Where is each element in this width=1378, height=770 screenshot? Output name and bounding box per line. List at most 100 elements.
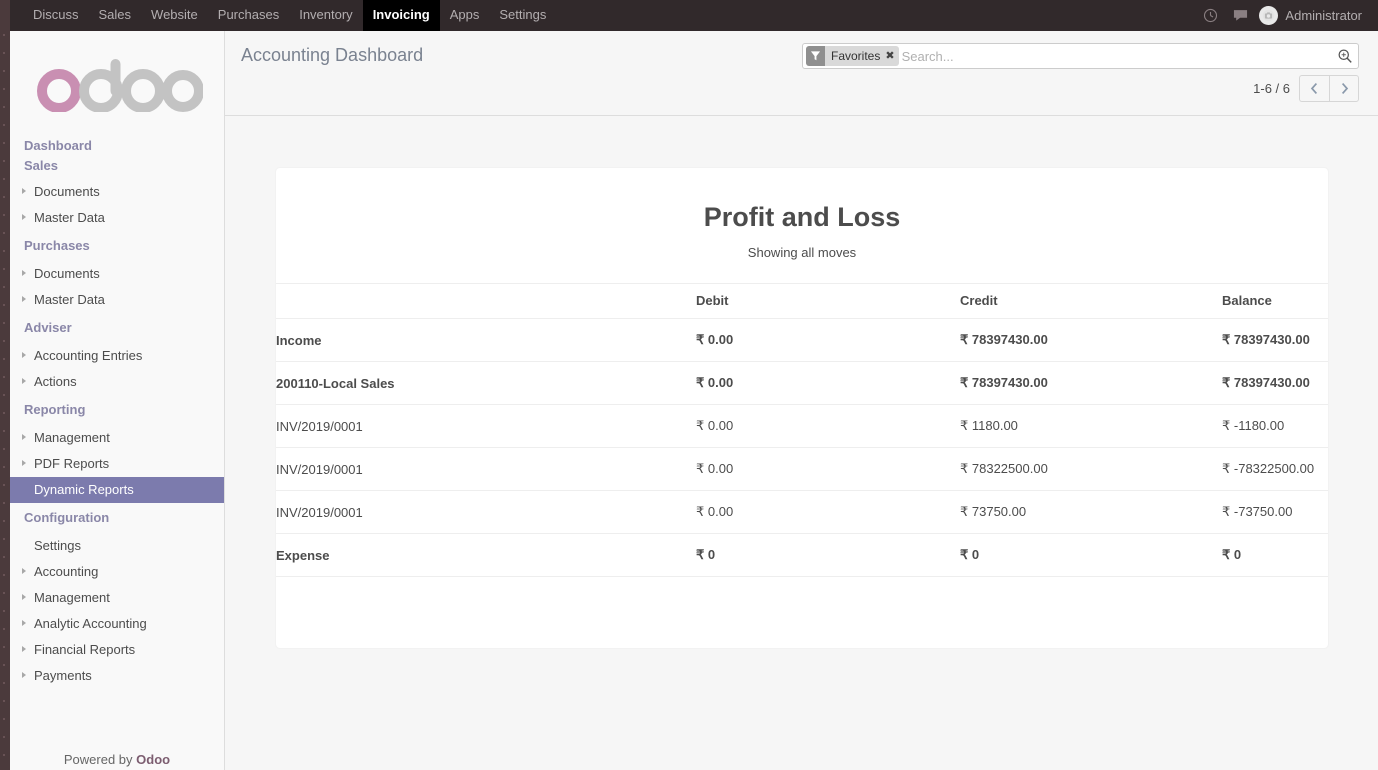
caret-right-icon: [22, 214, 26, 220]
caret-right-icon: [22, 672, 26, 678]
table-row[interactable]: 200110-Local Sales ₹ 0.00 ₹ 78397430.00 ₹ 7…: [276, 361, 1328, 405]
search-view[interactable]: Favorites ✖: [802, 43, 1359, 69]
column-header-name: [276, 283, 696, 319]
chevron-left-icon[interactable]: [1299, 75, 1329, 102]
sidebar-item-label: Accounting Entries: [34, 348, 143, 363]
clock-icon[interactable]: [1195, 0, 1225, 31]
row-credit: ₹ 78397430.00: [960, 318, 1222, 362]
sidebar-item-financial-reports[interactable]: Financial Reports: [10, 637, 224, 663]
search-facet-favorites[interactable]: Favorites ✖: [806, 46, 899, 66]
sidebar-item-label: Settings: [34, 538, 81, 553]
table-row[interactable]: INV/2019/0001 ₹ 0.00 ₹ 73750.00 ₹ -73750.00: [276, 490, 1328, 534]
sidebar-item-payments[interactable]: Payments: [10, 663, 224, 689]
caret-right-icon: [22, 378, 26, 384]
sidebar-section-reporting: Reporting: [24, 402, 86, 417]
row-label: INV/2019/0001: [276, 490, 696, 534]
table-header: Debit Credit Balance: [276, 283, 1328, 319]
table-row[interactable]: INV/2019/0001 ₹ 0.00 ₹ 1180.00 ₹ -1180.00: [276, 404, 1328, 448]
caret-right-icon: [22, 188, 26, 194]
main-content: Profit and Loss Showing all moves Debit C…: [225, 116, 1378, 770]
menu-item-invoicing[interactable]: Invoicing: [362, 0, 440, 31]
row-balance: ₹ -73750.00: [1222, 490, 1328, 534]
row-credit: ₹ 78322500.00: [960, 447, 1222, 491]
menu-item-sales[interactable]: Sales: [89, 0, 142, 31]
caret-right-icon: [22, 460, 26, 466]
caret-right-icon: [22, 434, 26, 440]
menu-item-settings[interactable]: Settings: [489, 0, 556, 31]
sidebar-section-configuration: Configuration: [24, 510, 110, 525]
row-balance: ₹ -78322500.00: [1222, 447, 1328, 491]
report-card-footer: [276, 577, 1328, 634]
navbar-left-strip: [0, 0, 10, 31]
sidebar-item-label: Accounting: [34, 564, 99, 579]
sidebar-item-label: Financial Reports: [34, 642, 136, 657]
row-label: INV/2019/0001: [276, 404, 696, 448]
table-row[interactable]: Income ₹ 0.00 ₹ 78397430.00 ₹ 78397430.00: [276, 318, 1328, 362]
chevron-right-icon[interactable]: [1329, 75, 1359, 102]
control-panel: Accounting Dashboard Favorites ✖ 1-6: [225, 31, 1378, 116]
top-navbar: Discuss Sales Website Purchases Inventory Inv…: [0, 0, 1378, 31]
row-label: 200110-Local Sales: [276, 361, 696, 405]
menu-item-discuss[interactable]: Discuss: [23, 0, 89, 31]
sidebar-item-pdf-reports[interactable]: PDF Reports: [10, 451, 224, 477]
row-label: Income: [276, 318, 696, 362]
sidebar-item-master-data[interactable]: Master Data: [10, 205, 224, 231]
sidebar-item-documents[interactable]: Documents: [10, 179, 224, 205]
chat-bubble-icon[interactable]: [1225, 0, 1255, 31]
magnifier-icon[interactable]: [1332, 44, 1358, 68]
sidebar-item-label: Master Data: [34, 292, 105, 307]
menu-item-purchases[interactable]: Purchases: [208, 0, 289, 31]
caret-right-icon: [22, 620, 26, 626]
column-header-credit: Credit: [960, 283, 1222, 319]
pager: 1-6 / 6: [1253, 75, 1359, 102]
row-balance: ₹ 78397430.00: [1222, 361, 1328, 405]
row-balance: ₹ -1180.00: [1222, 404, 1328, 448]
sidebar-item-label: Documents: [34, 184, 100, 199]
table-row[interactable]: INV/2019/0001 ₹ 0.00 ₹ 78322500.00 ₹ -78322…: [276, 447, 1328, 491]
sidebar-item-label: Management: [34, 430, 110, 445]
powered-by-text: Powered by: [63, 752, 137, 767]
row-debit: ₹ 0.00: [696, 490, 960, 534]
sidebar-item-label: Payments: [34, 668, 92, 683]
table-header-row: Debit Credit Balance: [276, 283, 1328, 319]
menu-item-website[interactable]: Website: [141, 0, 208, 31]
sidebar-item-analytic-accounting[interactable]: Analytic Accounting: [10, 611, 224, 637]
sidebar-item-label: Analytic Accounting: [34, 616, 147, 631]
sidebar-item-accounting[interactable]: Accounting: [10, 559, 224, 585]
row-balance: ₹ 0: [1222, 533, 1328, 577]
report-card: Profit and Loss Showing all moves Debit C…: [276, 168, 1328, 648]
row-debit: ₹ 0: [696, 533, 960, 577]
caret-right-icon: [22, 352, 26, 358]
sidebar-item-management[interactable]: Management: [10, 425, 224, 451]
main-menu: Discuss Sales Website Purchases Inventory Inv…: [23, 0, 556, 31]
row-balance: ₹ 78397430.00: [1222, 318, 1328, 362]
sidebar-left-strip: [0, 31, 10, 770]
sidebar-item-actions[interactable]: Actions: [10, 369, 224, 395]
search-input[interactable]: [898, 45, 1332, 67]
sidebar-item-label: Master Data: [34, 210, 105, 225]
user-menu[interactable]: Administrator: [1255, 6, 1370, 25]
sidebar-section-purchases: Purchases: [24, 238, 90, 253]
table-row[interactable]: Expense ₹ 0 ₹ 0 ₹ 0: [276, 533, 1328, 577]
menu-item-inventory[interactable]: Inventory: [289, 0, 362, 31]
sidebar-item-settings[interactable]: Settings: [10, 533, 224, 559]
sidebar-item-dynamic-reports[interactable]: Dynamic Reports: [10, 477, 224, 503]
filter-funnel-icon: [806, 46, 825, 66]
sidebar-item-documents[interactable]: Documents: [10, 261, 224, 287]
caret-right-icon: [22, 646, 26, 652]
row-credit: ₹ 73750.00: [960, 490, 1222, 534]
sidebar-item-accounting-entries[interactable]: Accounting Entries: [10, 343, 224, 369]
search-facet-text: Favorites: [831, 49, 881, 63]
sidebar-item-management[interactable]: Management: [10, 585, 224, 611]
close-icon[interactable]: ✖: [885, 46, 894, 66]
odoo-logo[interactable]: [10, 31, 224, 136]
sidebar-menu: Dashboard Sales Documents Master Data Purcha…: [10, 136, 224, 689]
sidebar-item-master-data[interactable]: Master Data: [10, 287, 224, 313]
search-facet-label: Favorites ✖: [825, 46, 899, 66]
sidebar-section-adviser: Adviser: [24, 320, 72, 335]
column-header-debit: Debit: [696, 283, 960, 319]
sidebar-item-label: Management: [34, 590, 110, 605]
row-credit: ₹ 1180.00: [960, 404, 1222, 448]
navbar-right-tools: Administrator: [1195, 0, 1370, 31]
menu-item-apps[interactable]: Apps: [440, 0, 490, 31]
